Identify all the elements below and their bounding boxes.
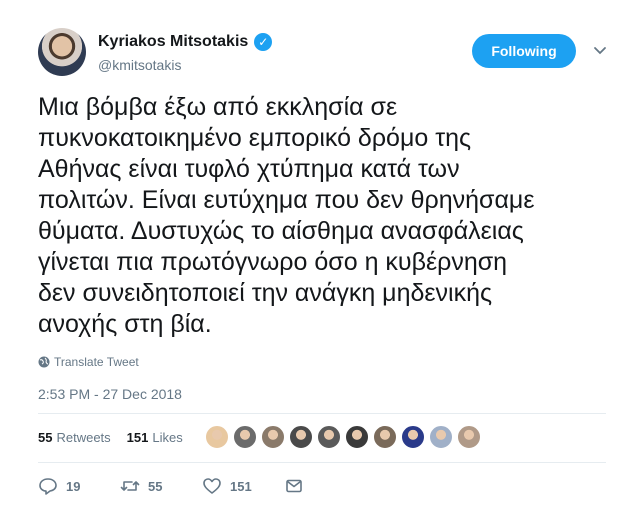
- liker-avatar[interactable]: [205, 425, 229, 449]
- direct-message-action[interactable]: [284, 476, 312, 496]
- retweets-label: Retweets: [56, 430, 111, 445]
- chevron-down-icon[interactable]: [592, 42, 608, 58]
- reply-count: 19: [66, 478, 81, 494]
- like-count: 151: [230, 478, 252, 494]
- retweet-count: 55: [148, 478, 163, 494]
- retweet-icon: [120, 481, 140, 491]
- retweets-stat[interactable]: 55 Retweets: [38, 430, 111, 445]
- translate-tweet-link[interactable]: Translate Tweet: [38, 355, 139, 369]
- user-name[interactable]: Kyriakos Mitsotakis: [98, 33, 248, 51]
- like-action[interactable]: 151: [202, 476, 284, 496]
- liker-avatar[interactable]: [289, 425, 313, 449]
- verified-badge-icon: ✓: [254, 33, 273, 51]
- reply-icon: [39, 478, 57, 495]
- liker-avatar[interactable]: [261, 425, 285, 449]
- name-row: Kyriakos Mitsotakis ✓: [98, 33, 273, 51]
- translate-label[interactable]: Translate Tweet: [54, 355, 139, 369]
- avatar[interactable]: [38, 28, 86, 76]
- liker-avatar[interactable]: [373, 425, 397, 449]
- liker-avatar[interactable]: [345, 425, 369, 449]
- likes-label: Likes: [152, 430, 183, 445]
- liker-avatar[interactable]: [401, 425, 425, 449]
- tweet-text: Μια βόμβα έξω από εκκλησία σε πυκνοκατοι…: [38, 93, 535, 338]
- retweets-count: 55: [38, 430, 53, 445]
- reply-action[interactable]: 19: [38, 476, 120, 496]
- tweet-timestamp[interactable]: 2:53 PM - 27 Dec 2018: [38, 386, 182, 402]
- tweet-actions: 19 55 151: [38, 476, 312, 496]
- retweet-action[interactable]: 55: [120, 476, 202, 496]
- following-button[interactable]: Following: [472, 34, 576, 68]
- divider: [38, 462, 606, 463]
- heart-icon: [203, 478, 221, 494]
- likes-count: 151: [126, 430, 149, 445]
- liker-avatars: [205, 425, 485, 449]
- liker-avatar[interactable]: [233, 425, 257, 449]
- tweet-stats: 55 Retweets 151 Likes: [38, 430, 199, 445]
- user-handle[interactable]: @kmitsotakis: [98, 57, 181, 73]
- likes-stat[interactable]: 151 Likes: [127, 430, 183, 445]
- liker-avatar[interactable]: [429, 425, 453, 449]
- envelope-icon: [286, 479, 302, 493]
- tweet-header: Kyriakos Mitsotakis ✓ @kmitsotakis Follo…: [38, 28, 608, 84]
- globe-icon: [38, 356, 50, 368]
- liker-avatar[interactable]: [457, 425, 481, 449]
- liker-avatar[interactable]: [317, 425, 341, 449]
- divider: [38, 413, 606, 414]
